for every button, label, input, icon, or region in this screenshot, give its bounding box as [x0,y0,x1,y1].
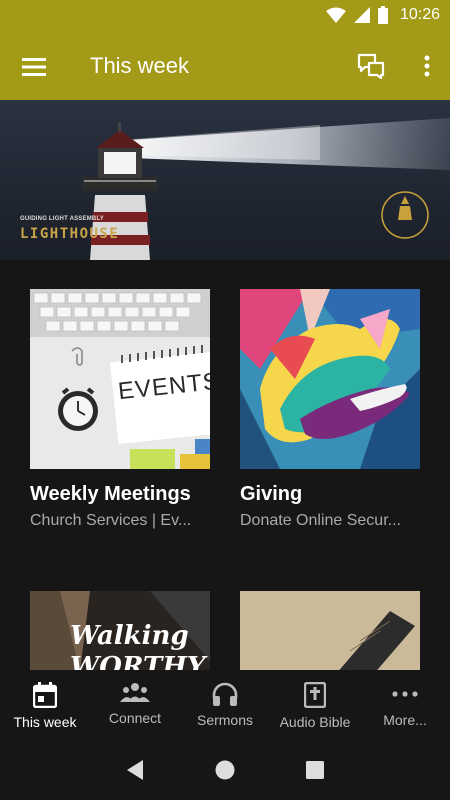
card-subtitle: Church Services | Ev... [30,512,192,529]
app-bar: This week [0,33,450,100]
home-circle-icon [215,760,235,780]
banner-caption: GUIDING LIGHT ASSEMBLY [20,216,104,222]
bible-icon [304,682,326,708]
nav-label: More... [383,712,427,728]
nav-audio-bible[interactable]: Audio Bible [270,670,360,740]
recents-button[interactable] [300,755,330,785]
card-weekly-meetings[interactable]: EVENTS Weekly Meetings Church Services |… [30,289,210,530]
nav-label: Connect [108,710,162,726]
home-button[interactable] [210,755,240,785]
status-time: 10:26 [399,6,440,23]
back-button[interactable] [120,755,150,785]
card-giving[interactable]: Giving Donate Online Secur... [240,289,420,530]
nav-sermons[interactable]: Sermons [180,670,270,740]
content-grid: EVENTS Weekly Meetings Church Services |… [0,260,450,670]
back-triangle-icon [127,760,143,780]
more-vertical-icon [424,55,430,77]
card-image: EVENTS [30,289,210,469]
wifi-icon [325,7,346,23]
hero-banner[interactable]: GUIDING LIGHT ASSEMBLY LIGHTHOUSE [0,100,450,260]
card-image: Walking WORTHY [30,591,210,670]
nav-label: Sermons [196,712,254,728]
headphones-icon [212,682,238,706]
card-walking-worthy[interactable]: Walking WORTHY [30,591,210,670]
card-title: Giving [240,483,303,505]
signal-icon [353,7,370,23]
system-navigation-bar [0,740,450,800]
chat-icon [357,53,385,79]
card-subtitle: Donate Online Secur... [240,512,401,529]
card-image [240,591,420,670]
nav-label: This week [13,714,77,730]
more-horizontal-icon [392,691,418,697]
calendar-icon [33,682,57,708]
hamburger-menu-icon [22,58,46,76]
walking-worthy-text: Walking WORTHY [70,621,206,670]
nav-more[interactable]: More... [360,670,450,740]
bottom-navigation: This week Connect Sermons Audio Bible Mo… [0,670,450,740]
chat-button[interactable] [354,49,388,83]
card-writing[interactable] [240,591,420,670]
recents-square-icon [306,761,324,779]
giving-image [240,289,420,469]
battery-icon [377,6,388,24]
card-title: Weekly Meetings [30,483,191,505]
nav-this-week[interactable]: This week [0,670,90,740]
card-image [240,289,420,469]
fountain-pen-image [240,591,420,670]
page-title: This week [90,53,190,78]
banner-brand-text: LIGHTHOUSE [20,226,120,242]
nav-label: Audio Bible [279,714,351,730]
nav-connect[interactable]: Connect [90,670,180,740]
status-bar: 10:26 [0,0,450,33]
status-icons: 10:26 [325,6,440,24]
overflow-menu-button[interactable] [416,49,438,83]
people-icon [120,683,150,702]
menu-button[interactable] [16,49,52,85]
